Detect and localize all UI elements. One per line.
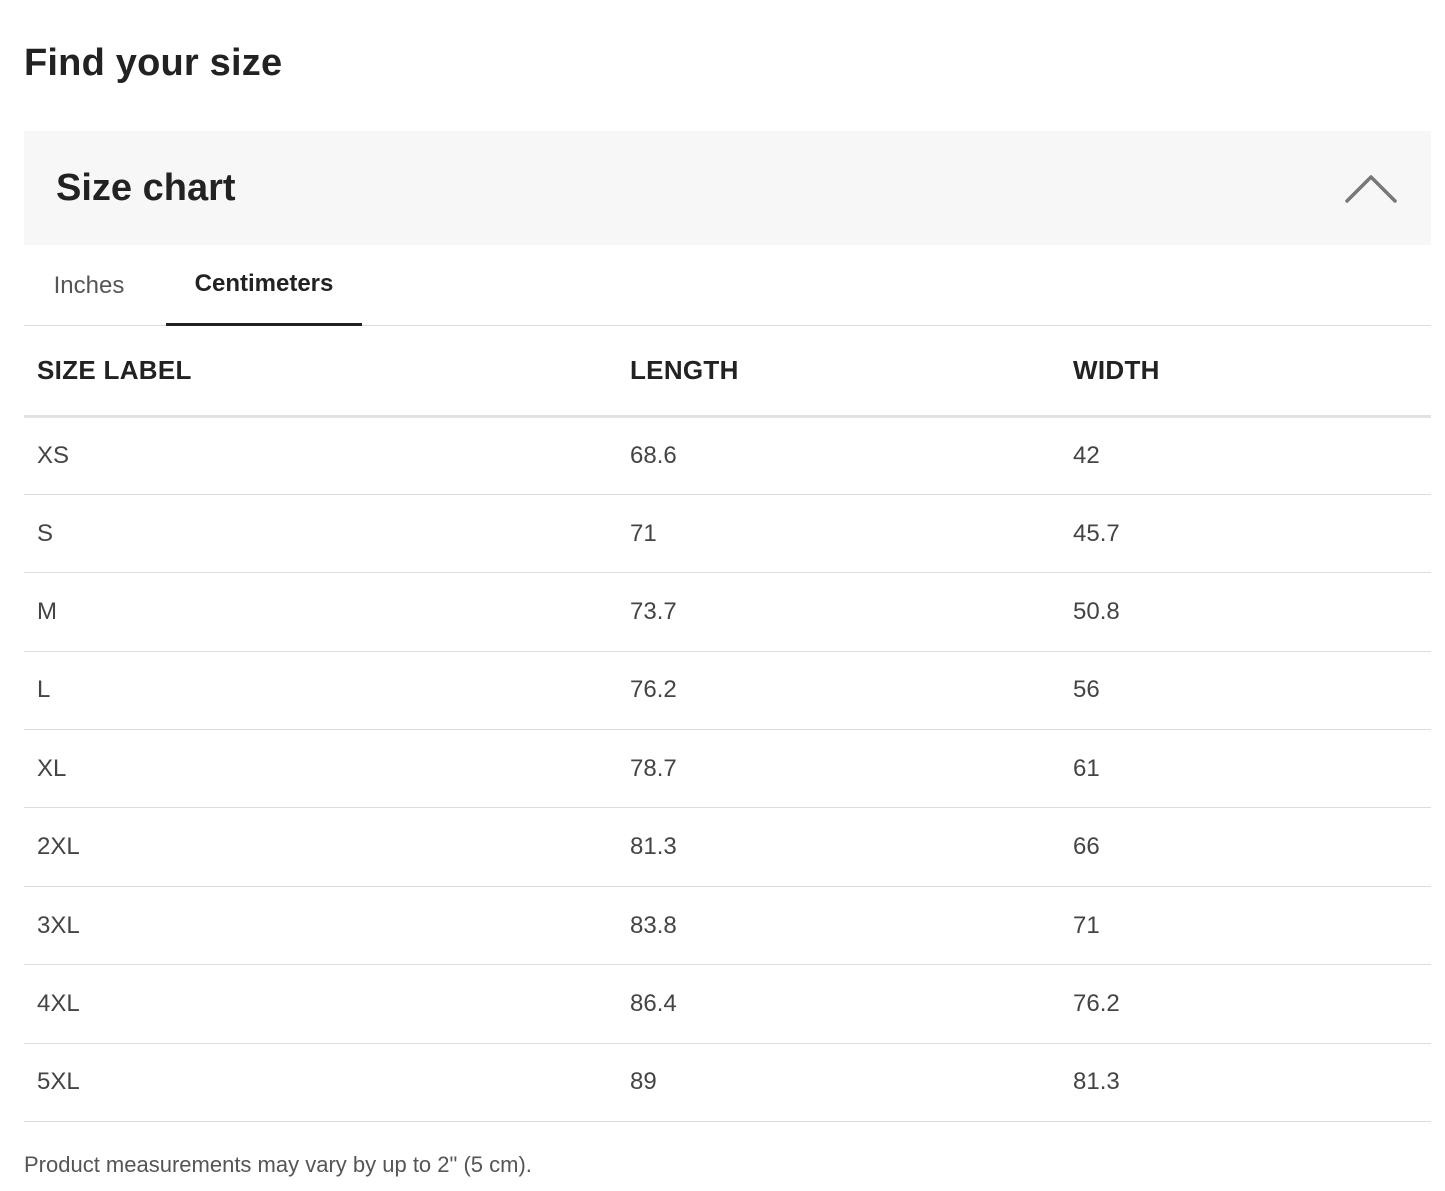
length-cell: 76.2 xyxy=(617,651,1060,731)
chevron-up-icon[interactable] xyxy=(1343,168,1399,208)
size-label-cell: S xyxy=(24,494,617,574)
length-cell: 83.8 xyxy=(617,886,1060,966)
size-guide-page: Find your size Size chart Inches Centime… xyxy=(0,0,1445,1191)
width-cell: 45.7 xyxy=(1060,494,1431,574)
width-cell: 81.3 xyxy=(1060,1043,1431,1123)
width-cell: 50.8 xyxy=(1060,572,1431,652)
table-row: 5XL 89 81.3 xyxy=(24,1043,1431,1123)
size-label-cell: M xyxy=(24,572,617,652)
tab-centimeters[interactable]: Centimeters xyxy=(166,245,362,326)
table-row: 4XL 86.4 76.2 xyxy=(24,964,1431,1044)
size-label-cell: 4XL xyxy=(24,964,617,1044)
table-row: XS 68.6 42 xyxy=(24,416,1431,495)
table-row: XL 78.7 61 xyxy=(24,729,1431,809)
size-label-cell: L xyxy=(24,651,617,731)
size-chart-accordion-header[interactable]: Size chart xyxy=(24,131,1431,245)
column-header-size-label: SIZE LABEL xyxy=(24,326,617,418)
length-cell: 68.6 xyxy=(617,416,1060,495)
size-label-cell: 5XL xyxy=(24,1043,617,1123)
width-cell: 71 xyxy=(1060,886,1431,966)
table-row: 2XL 81.3 66 xyxy=(24,807,1431,887)
width-cell: 61 xyxy=(1060,729,1431,809)
table-row: L 76.2 56 xyxy=(24,651,1431,731)
page-title: Find your size xyxy=(24,42,283,84)
size-label-cell: XS xyxy=(24,416,617,495)
size-label-cell: 3XL xyxy=(24,886,617,966)
unit-tabs: Inches Centimeters xyxy=(24,245,1431,326)
table-header-row: SIZE LABEL LENGTH WIDTH xyxy=(24,326,1431,418)
width-cell: 42 xyxy=(1060,416,1431,495)
accordion-title: Size chart xyxy=(56,167,236,209)
size-table: SIZE LABEL LENGTH WIDTH XS 68.6 42 S 71 … xyxy=(24,326,1431,1123)
column-header-length: LENGTH xyxy=(617,326,1060,418)
size-label-cell: XL xyxy=(24,729,617,809)
width-cell: 66 xyxy=(1060,807,1431,887)
width-cell: 76.2 xyxy=(1060,964,1431,1044)
length-cell: 73.7 xyxy=(617,572,1060,652)
table-row: S 71 45.7 xyxy=(24,494,1431,574)
size-label-cell: 2XL xyxy=(24,807,617,887)
length-cell: 86.4 xyxy=(617,964,1060,1044)
table-row: M 73.7 50.8 xyxy=(24,572,1431,652)
measurement-footnote: Product measurements may vary by up to 2… xyxy=(24,1152,532,1177)
length-cell: 89 xyxy=(617,1043,1060,1123)
table-row: 3XL 83.8 71 xyxy=(24,886,1431,966)
length-cell: 81.3 xyxy=(617,807,1060,887)
length-cell: 71 xyxy=(617,494,1060,574)
tab-inches[interactable]: Inches xyxy=(26,245,152,326)
length-cell: 78.7 xyxy=(617,729,1060,809)
column-header-width: WIDTH xyxy=(1060,326,1431,418)
width-cell: 56 xyxy=(1060,651,1431,731)
